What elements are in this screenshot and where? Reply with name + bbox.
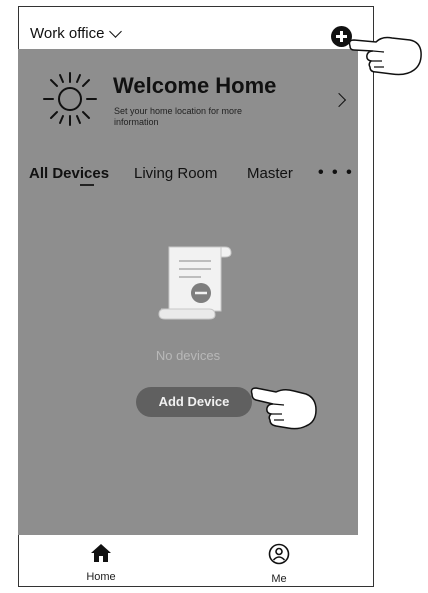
chevron-down-icon (109, 25, 123, 38)
welcome-subtitle: Set your home location for more informat… (114, 106, 243, 127)
nav-me[interactable]: Me (239, 543, 319, 585)
add-device-button[interactable]: Add Device (136, 387, 252, 417)
sun-icon (43, 72, 97, 126)
location-label: Work office (30, 25, 105, 42)
nav-home-label: Home (86, 571, 116, 583)
main-content: Welcome Home Set your home location for … (18, 49, 358, 535)
room-tabs: All Devices Living Room Master • • • (18, 161, 358, 191)
document-icon (158, 246, 232, 320)
welcome-title: Welcome Home (113, 73, 277, 98)
welcome-card[interactable]: Welcome Home Set your home location for … (18, 49, 358, 145)
empty-state-message: No devices (155, 348, 221, 363)
tab-living-room[interactable]: Living Room (134, 165, 217, 182)
chevron-right-icon[interactable] (331, 92, 347, 108)
bottom-nav: Home Me (19, 537, 373, 586)
tab-all-devices[interactable]: All Devices (29, 165, 109, 182)
tab-master[interactable]: Master (247, 165, 293, 182)
more-tabs-icon[interactable]: • • • (318, 164, 354, 182)
home-icon (91, 544, 111, 562)
active-tab-indicator (80, 184, 94, 186)
nav-me-label: Me (271, 573, 287, 585)
nav-home[interactable]: Home (61, 543, 141, 583)
pointing-hand-icon (348, 36, 422, 76)
location-selector[interactable]: Work office (30, 25, 123, 42)
pointing-hand-icon (250, 387, 317, 430)
person-icon (268, 543, 290, 565)
